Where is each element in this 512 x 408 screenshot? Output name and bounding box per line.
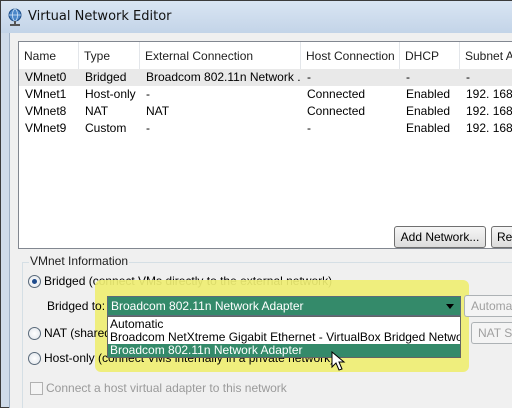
title-bar[interactable]: Virtual Network Editor bbox=[1, 1, 512, 33]
cell-name: VMnet9 bbox=[25, 121, 67, 135]
automatic-settings-button[interactable]: Automatic bbox=[464, 295, 512, 317]
vmnet-information-label: VMnet Information bbox=[29, 254, 130, 268]
cell-dhcp: Enabled bbox=[406, 121, 451, 135]
bridged-to-selected-value: Broadcom 802.11n Network Adapter bbox=[111, 299, 304, 313]
table-row[interactable]: VMnet1 Host-only - Connected Enabled 192… bbox=[19, 86, 512, 103]
cell-type: Custom bbox=[85, 121, 127, 135]
cell-external-connection: NAT bbox=[146, 104, 170, 118]
remove-network-button[interactable]: Re bbox=[491, 226, 512, 248]
table-row[interactable]: VMnet8 NAT NAT Connected Enabled 192. 16… bbox=[19, 103, 512, 120]
column-header-external-connection[interactable]: External Connection bbox=[140, 42, 301, 70]
dialog-client-area: Name Type External Connection Host Conne… bbox=[9, 33, 512, 408]
column-header-type[interactable]: Type bbox=[79, 42, 140, 70]
cell-dhcp: Enabled bbox=[406, 87, 451, 101]
cell-dhcp: - bbox=[406, 70, 410, 84]
nat-label[interactable]: NAT (shared bbox=[44, 326, 111, 340]
table-row[interactable]: VMnet0 Bridged Broadcom 802.11n Network … bbox=[19, 69, 512, 86]
column-header-subnet-address[interactable]: Subnet Ad bbox=[460, 42, 512, 70]
cell-dhcp: Enabled bbox=[406, 104, 451, 118]
virtual-network-editor-window: Virtual Network Editor Name Type Externa… bbox=[0, 0, 512, 408]
nat-settings-button[interactable]: NAT S bbox=[471, 322, 512, 344]
bridged-radio[interactable] bbox=[28, 275, 41, 288]
bridged-to-options-list[interactable]: Automatic Broadcom NetXtreme Gigabit Eth… bbox=[107, 316, 461, 358]
network-globe-icon bbox=[8, 8, 22, 26]
cell-name: VMnet8 bbox=[25, 104, 67, 118]
cell-host-connection: - bbox=[307, 121, 311, 135]
cell-external-connection: Broadcom 802.11n Network ... bbox=[146, 70, 301, 84]
cell-subnet-address: 192. 168. bbox=[466, 87, 512, 101]
cell-host-connection: - bbox=[307, 70, 311, 84]
cell-type: Host-only bbox=[85, 87, 136, 101]
dropdown-arrow-icon[interactable] bbox=[446, 304, 454, 309]
host-only-radio[interactable] bbox=[28, 352, 41, 365]
option-automatic[interactable]: Automatic bbox=[108, 318, 460, 331]
cell-type: Bridged bbox=[85, 70, 127, 84]
connect-host-adapter-checkbox[interactable] bbox=[30, 382, 43, 395]
cell-name: VMnet0 bbox=[25, 70, 67, 84]
cell-external-connection: - bbox=[146, 121, 150, 135]
nat-radio[interactable] bbox=[28, 327, 41, 340]
option-broadcom-netxtreme[interactable]: Broadcom NetXtreme Gigabit Ethernet - Vi… bbox=[108, 331, 460, 344]
cell-external-connection: - bbox=[146, 87, 150, 101]
mouse-pointer-icon bbox=[331, 351, 346, 371]
window-title: Virtual Network Editor bbox=[28, 9, 172, 24]
add-network-button[interactable]: Add Network... bbox=[394, 226, 486, 248]
cell-host-connection: Connected bbox=[307, 104, 366, 118]
cell-subnet-address: - bbox=[466, 70, 470, 84]
cell-host-connection: Connected bbox=[307, 87, 366, 101]
column-header-dhcp[interactable]: DHCP bbox=[400, 42, 460, 70]
list-header: Name Type External Connection Host Conne… bbox=[19, 42, 512, 70]
bridged-to-dropdown[interactable]: Broadcom 802.11n Network Adapter bbox=[107, 296, 461, 316]
cell-name: VMnet1 bbox=[25, 87, 67, 101]
connect-host-adapter-label[interactable]: Connect a host virtual adapter to this n… bbox=[46, 381, 287, 395]
column-header-host-connection[interactable]: Host Connection bbox=[301, 42, 400, 70]
cell-type: NAT bbox=[85, 104, 109, 118]
column-header-name[interactable]: Name bbox=[19, 42, 79, 70]
option-broadcom-802-11n[interactable]: Broadcom 802.11n Network Adapter bbox=[108, 344, 460, 357]
vmnet-list[interactable]: Name Type External Connection Host Conne… bbox=[18, 41, 512, 249]
table-row[interactable]: VMnet9 Custom - - Enabled 192. 168. 2 bbox=[19, 120, 512, 137]
cell-subnet-address: 192. 168. 2 bbox=[466, 104, 512, 118]
cell-subnet-address: 192. 168. 2 bbox=[466, 121, 512, 135]
bridged-to-label: Bridged to: bbox=[47, 299, 106, 313]
